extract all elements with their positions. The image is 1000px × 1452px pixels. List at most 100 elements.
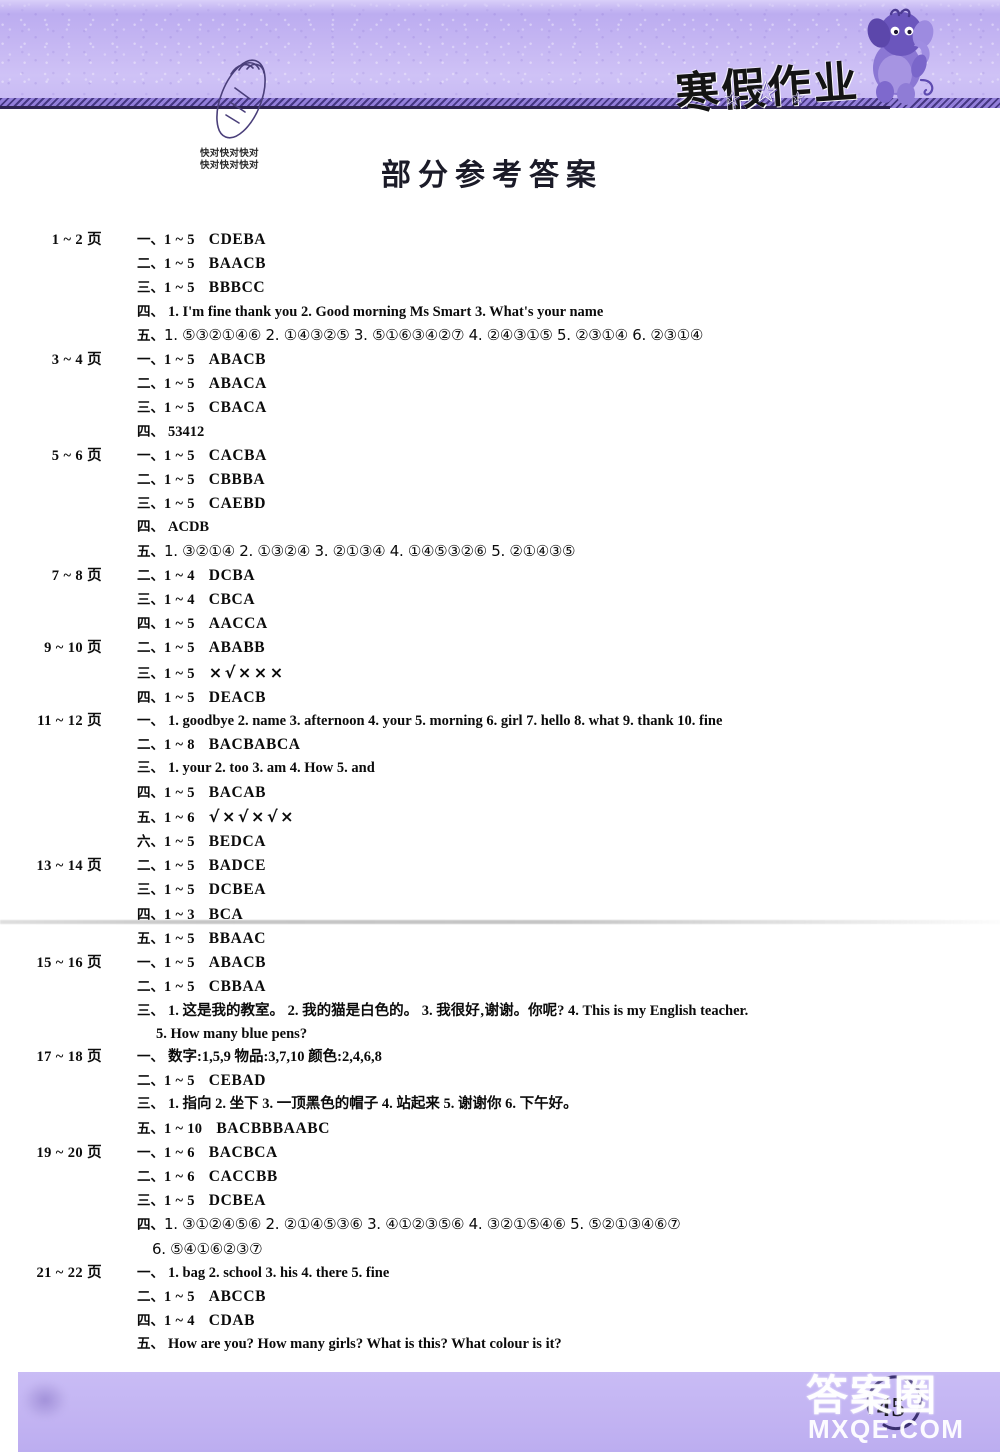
section-marker: 四、 [137, 906, 164, 923]
answer-letters: BCA [208, 905, 244, 923]
answer-group: 19 ~ 20 页 一、1 ~ 6 BACBCA 二、1 ~ 6 CACCBB 三、1 ~… [0, 1141, 1000, 1262]
question-range: 1 ~ 4 [164, 567, 195, 584]
section-marker: 四、 [137, 423, 164, 440]
answer-key-page: 快对快对快对 快对快对快对 寒假作业 ☆ ☆ ☆ 部分参考答案 1 ~ 2 页 … [0, 0, 1000, 1452]
question-range: 1 ~ 5 [164, 1073, 195, 1090]
section-marker: 五、 [137, 809, 164, 826]
answer-row: 6. ⑤④①⑥②③⑦ [0, 1238, 1000, 1262]
answer-row: 二、1 ~ 6 CACCBB [0, 1165, 1000, 1189]
answer-row: 四、1. ③①②④⑤⑥ 2. ②①④⑤③⑥ 3. ④①②③⑤⑥ 4. ③②①⑤④… [0, 1213, 1000, 1237]
answer-row-body: 三、1 ~ 5 DCBEA [112, 1189, 1000, 1213]
answer-letters: DCBEA [208, 881, 267, 899]
section-marker: 三、 [137, 665, 164, 682]
answer-letters: BAACB [208, 255, 267, 273]
section-marker: 一、 [137, 352, 164, 369]
answer-group: 1 ~ 2 页一、1 ~ 5 CDEBA 二、1 ~ 5 BAACB 三、1 ~ 5 BB… [0, 228, 1000, 348]
section-marker: 二、 [137, 1168, 164, 1185]
carrot-illustration [216, 59, 266, 139]
answer-row-body: 三、 1. your 2. too 3. am 4. How 5. and [112, 757, 1000, 780]
answer-letters: CACBA [208, 446, 267, 464]
section-marker: 四、 [137, 1313, 164, 1330]
section-marker: 二、 [137, 640, 164, 657]
answer-row: 二、1 ~ 5 CBBAA [0, 975, 1000, 999]
answer-group: 7 ~ 8 页 二、1 ~ 4 DCBA 三、1 ~ 4 CBCA 四、1 ~ 5 AACC… [0, 564, 1000, 637]
answer-group: 5 ~ 6 页一、1 ~ 5 CACBA 二、1 ~ 5 CBBBA 三、1 ~ 5 CA… [0, 444, 1000, 564]
answer-row-body: 二、1 ~ 5 ABCCB [112, 1285, 1000, 1309]
answer-letters: BACBABCA [208, 736, 301, 754]
circled-number-sequence: 6. ⑤④①⑥②③⑦ [152, 1239, 263, 1258]
answer-row: 二、1 ~ 5 CBBBA [0, 468, 1000, 492]
answer-letters: BADCE [208, 857, 267, 875]
section-marker: 二、 [137, 737, 164, 754]
true-false-marks: ×√××× [208, 662, 286, 682]
answer-group: 21 ~ 22 页一、 1. bag 2. school 3. his 4. th… [0, 1262, 1000, 1357]
answer-row: 二、1 ~ 5 CEBAD [0, 1069, 1000, 1093]
section-marker: 一、 [137, 232, 164, 248]
answer-row: 五、1. ③②①④ 2. ①③②④ 3. ②①③④ 4. ①④⑤③②⑥ 5. ②… [0, 540, 1000, 564]
answer-row: 四、1 ~ 3 BCA [0, 903, 1000, 927]
section-marker: 一、 [137, 1144, 164, 1161]
section-marker: 五、 [137, 327, 164, 344]
answer-letters: BBBCC [208, 279, 266, 297]
answer-row-body: 五、1 ~ 10 BACBBBAABC [112, 1117, 1000, 1141]
answer-row-body: 一、 1. bag 2. school 3. his 4. there 5. fi… [112, 1262, 1000, 1285]
section-marker: 五、 [137, 543, 164, 560]
section-marker: 二、 [137, 256, 164, 273]
page-range-label: 17 ~ 18 页 [36, 1048, 102, 1065]
answer-row: 三、1 ~ 5 BBBCC [0, 276, 1000, 300]
answer-group: 9 ~ 10 页二、1 ~ 5 ABABB 三、1 ~ 5 ×√××× 四、1 ~ 5D… [0, 636, 1000, 710]
answer-row-body: 四、1 ~ 5 AACCA [112, 612, 1000, 636]
answer-row: 二、1 ~ 8 BACBABCA [0, 733, 1000, 757]
answer-row-body: 一、1 ~ 5 ABACB [112, 951, 1000, 975]
footer-band [0, 1372, 1000, 1452]
page-number: 45 [877, 1392, 906, 1422]
answer-row: 17 ~ 18 页一、 数字:1,5,9 物品:3,7,10 颜色:2,4,6,8 [0, 1046, 1000, 1069]
section-marker: 三、 [137, 280, 164, 297]
answer-letters: ABACB [208, 351, 267, 369]
answer-row: 二、1 ~ 5 ABCCB [0, 1285, 1000, 1309]
section-marker: 一、 [137, 713, 164, 730]
answer-row: 三、1 ~ 5 CAEBD [0, 492, 1000, 516]
answer-row: 三、 1. 这是我的教室。 2. 我的猫是白色的。 3. 我很好‚谢谢。你呢? 4… [0, 1000, 1000, 1023]
question-range: 1 ~ 5 [164, 400, 195, 417]
answer-row-body: 四、1 ~ 5 DEACB [112, 686, 1000, 710]
answer-row-body: 三、 1. 指向 2. 坐下 3. 一顶黑色的帽子 4. 站起来 5. 谢谢你 6… [112, 1093, 1000, 1116]
answer-row-body: 三、1 ~ 5 CBACA [112, 396, 1000, 420]
answer-row-body: 二、1 ~ 5 CEBAD [112, 1069, 1000, 1093]
answer-row-body: 五、1. ⑤③②①④⑥ 2. ①④③②⑤ 3. ⑤①⑥③④②⑦ 4. ②④③①⑤… [112, 324, 1000, 348]
section-marker: 二、 [137, 858, 164, 875]
answer-letters: ABABB [208, 639, 266, 657]
answer-letters: CDAB [208, 1312, 256, 1330]
page-range-label: 11 ~ 12 页 [37, 713, 102, 730]
answer-row: 三、1 ~ 5 DCBEA [0, 1189, 1000, 1213]
answer-row: 7 ~ 8 页 二、1 ~ 4 DCBA [0, 564, 1000, 588]
page-title: 部分参考答案 [381, 158, 603, 193]
section-marker: 三、 [137, 882, 164, 899]
page-range-label: 13 ~ 14 页 [36, 858, 102, 875]
page-range-label: 1 ~ 2 页 [51, 232, 102, 248]
question-range: 1 ~ 5 [164, 496, 195, 513]
answer-group: 13 ~ 14 页二、1 ~ 5 BADCE 三、1 ~ 5 DCBEA 四、1 ~ 3… [0, 854, 1000, 951]
answer-row: 19 ~ 20 页 一、1 ~ 6 BACBCA [0, 1141, 1000, 1165]
question-range: 1 ~ 5 [164, 858, 195, 875]
answer-letters: BACAB [208, 783, 267, 801]
page-range-label: 7 ~ 8 页 [51, 567, 102, 584]
question-range: 1 ~ 5 [164, 834, 195, 851]
section-marker: 二、 [137, 1288, 164, 1305]
question-range: 1 ~ 5 [164, 256, 195, 273]
answer-row-body: 五、1. ③②①④ 2. ①③②④ 3. ②①③④ 4. ①④⑤③②⑥ 5. ②… [112, 540, 1000, 564]
question-range: 1 ~ 3 [164, 906, 195, 923]
question-range: 1 ~ 6 [164, 1168, 195, 1185]
page-range-label: 19 ~ 20 页 [36, 1144, 102, 1161]
answer-row-body: 六、1 ~ 5 BEDCA [112, 830, 1000, 854]
section-marker: 一、 [137, 1264, 164, 1281]
answer-letters: BEDCA [208, 833, 267, 851]
section-marker: 四、 [137, 784, 164, 801]
carrot-note: 快对快对快对 快对快对快对 [200, 148, 259, 172]
circled-number-sequence: 1. ③②①④ 2. ①③②④ 3. ②①③④ 4. ①④⑤③②⑥ 5. ②①④… [164, 541, 576, 560]
answer-row-body: 二、1 ~ 5 BAACB [112, 252, 1000, 276]
answer-row: 四、 53412 [0, 421, 1000, 444]
answer-text: 1. goodbye 2. name 3. afternoon 4. your … [168, 713, 723, 730]
answer-text: 1. 这是我的教室。 2. 我的猫是白色的。 3. 我很好‚谢谢。你呢? 4. … [168, 1002, 749, 1019]
answer-row-body: 三、1 ~ 5 BBBCC [112, 276, 1000, 300]
